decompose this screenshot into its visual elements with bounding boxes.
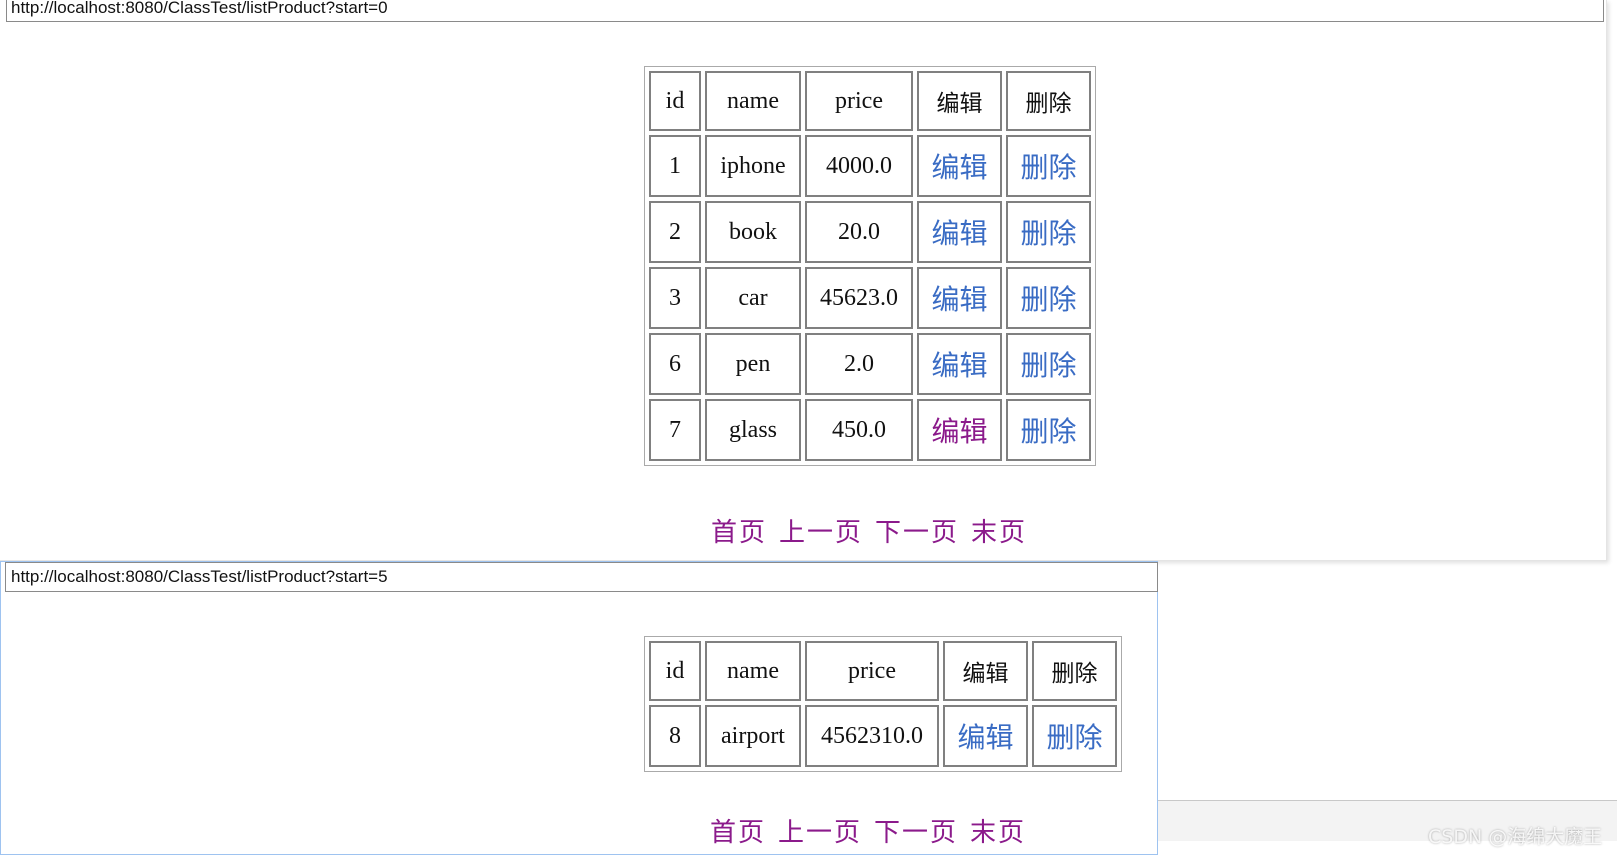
pagination: 首页 上一页 下一页 末页 xyxy=(711,512,1039,549)
cell-id: 3 xyxy=(649,267,701,329)
cell-delete: 删除 xyxy=(1006,201,1091,263)
cell-delete: 删除 xyxy=(1006,267,1091,329)
cell-id: 8 xyxy=(649,705,701,767)
watermark: CSDN @海绵大魔王 xyxy=(1428,826,1603,848)
next-page-link[interactable]: 下一页 xyxy=(874,818,958,848)
browser-window-page1: http://localhost:8080/ClassTest/listProd… xyxy=(0,0,1607,561)
cell-id: 2 xyxy=(649,201,701,263)
table-row: 3 car 45623.0 编辑 删除 xyxy=(649,267,1091,329)
edit-link[interactable]: 编辑 xyxy=(931,349,987,382)
table-row: 1 iphone 4000.0 编辑 删除 xyxy=(649,135,1091,197)
address-bar[interactable]: http://localhost:8080/ClassTest/listProd… xyxy=(5,562,1158,592)
product-table: id name price 编辑 删除 1 iphone 4000.0 编辑 删… xyxy=(644,66,1096,466)
next-page-link[interactable]: 下一页 xyxy=(875,518,959,548)
cell-edit: 编辑 xyxy=(917,201,1002,263)
cell-edit: 编辑 xyxy=(917,267,1002,329)
cell-id: 1 xyxy=(649,135,701,197)
cell-edit: 编辑 xyxy=(917,333,1002,395)
cell-name: airport xyxy=(705,705,801,767)
edit-link[interactable]: 编辑 xyxy=(931,217,987,250)
header-id: id xyxy=(649,71,701,131)
cell-name: book xyxy=(705,201,801,263)
cell-price: 2.0 xyxy=(805,333,913,395)
header-price: price xyxy=(805,71,913,131)
cell-price: 4562310.0 xyxy=(805,705,939,767)
header-edit: 编辑 xyxy=(943,641,1028,701)
delete-link[interactable]: 删除 xyxy=(1020,151,1076,184)
delete-link[interactable]: 删除 xyxy=(1046,721,1102,754)
edit-link[interactable]: 编辑 xyxy=(931,415,987,448)
table-row: 7 glass 450.0 编辑 删除 xyxy=(649,399,1091,461)
cell-edit: 编辑 xyxy=(917,135,1002,197)
cell-delete: 删除 xyxy=(1006,333,1091,395)
first-page-link[interactable]: 首页 xyxy=(711,518,767,548)
edit-link[interactable]: 编辑 xyxy=(957,721,1013,754)
last-page-link[interactable]: 末页 xyxy=(971,518,1027,548)
table-header-row: id name price 编辑 删除 xyxy=(649,71,1091,131)
last-page-link[interactable]: 末页 xyxy=(970,818,1026,848)
pagination: 首页 上一页 下一页 末页 xyxy=(710,812,1038,849)
delete-link[interactable]: 删除 xyxy=(1020,415,1076,448)
delete-link[interactable]: 删除 xyxy=(1020,283,1076,316)
header-delete: 删除 xyxy=(1032,641,1117,701)
cell-id: 7 xyxy=(649,399,701,461)
cell-edit: 编辑 xyxy=(917,399,1002,461)
prev-page-link[interactable]: 上一页 xyxy=(778,818,862,848)
table-row: 2 book 20.0 编辑 删除 xyxy=(649,201,1091,263)
cell-name: glass xyxy=(705,399,801,461)
cell-price: 450.0 xyxy=(805,399,913,461)
cell-name: car xyxy=(705,267,801,329)
table-row: 8 airport 4562310.0 编辑 删除 xyxy=(649,705,1117,767)
header-id: id xyxy=(649,641,701,701)
prev-page-link[interactable]: 上一页 xyxy=(779,518,863,548)
table-row: 6 pen 2.0 编辑 删除 xyxy=(649,333,1091,395)
cell-name: pen xyxy=(705,333,801,395)
cell-name: iphone xyxy=(705,135,801,197)
table-header-row: id name price 编辑 删除 xyxy=(649,641,1117,701)
cell-price: 20.0 xyxy=(805,201,913,263)
edit-link[interactable]: 编辑 xyxy=(931,151,987,184)
browser-window-page2: http://localhost:8080/ClassTest/listProd… xyxy=(0,561,1158,855)
cell-delete: 删除 xyxy=(1006,135,1091,197)
cell-edit: 编辑 xyxy=(943,705,1028,767)
header-name: name xyxy=(705,71,801,131)
header-delete: 删除 xyxy=(1006,71,1091,131)
cell-price: 4000.0 xyxy=(805,135,913,197)
edit-link[interactable]: 编辑 xyxy=(931,283,987,316)
cell-delete: 删除 xyxy=(1032,705,1117,767)
header-name: name xyxy=(705,641,801,701)
cell-price: 45623.0 xyxy=(805,267,913,329)
delete-link[interactable]: 删除 xyxy=(1020,349,1076,382)
first-page-link[interactable]: 首页 xyxy=(710,818,766,848)
cell-id: 6 xyxy=(649,333,701,395)
delete-link[interactable]: 删除 xyxy=(1020,217,1076,250)
product-table: id name price 编辑 删除 8 airport 4562310.0 … xyxy=(644,636,1122,772)
header-price: price xyxy=(805,641,939,701)
address-bar[interactable]: http://localhost:8080/ClassTest/listProd… xyxy=(6,0,1604,22)
cell-delete: 删除 xyxy=(1006,399,1091,461)
header-edit: 编辑 xyxy=(917,71,1002,131)
